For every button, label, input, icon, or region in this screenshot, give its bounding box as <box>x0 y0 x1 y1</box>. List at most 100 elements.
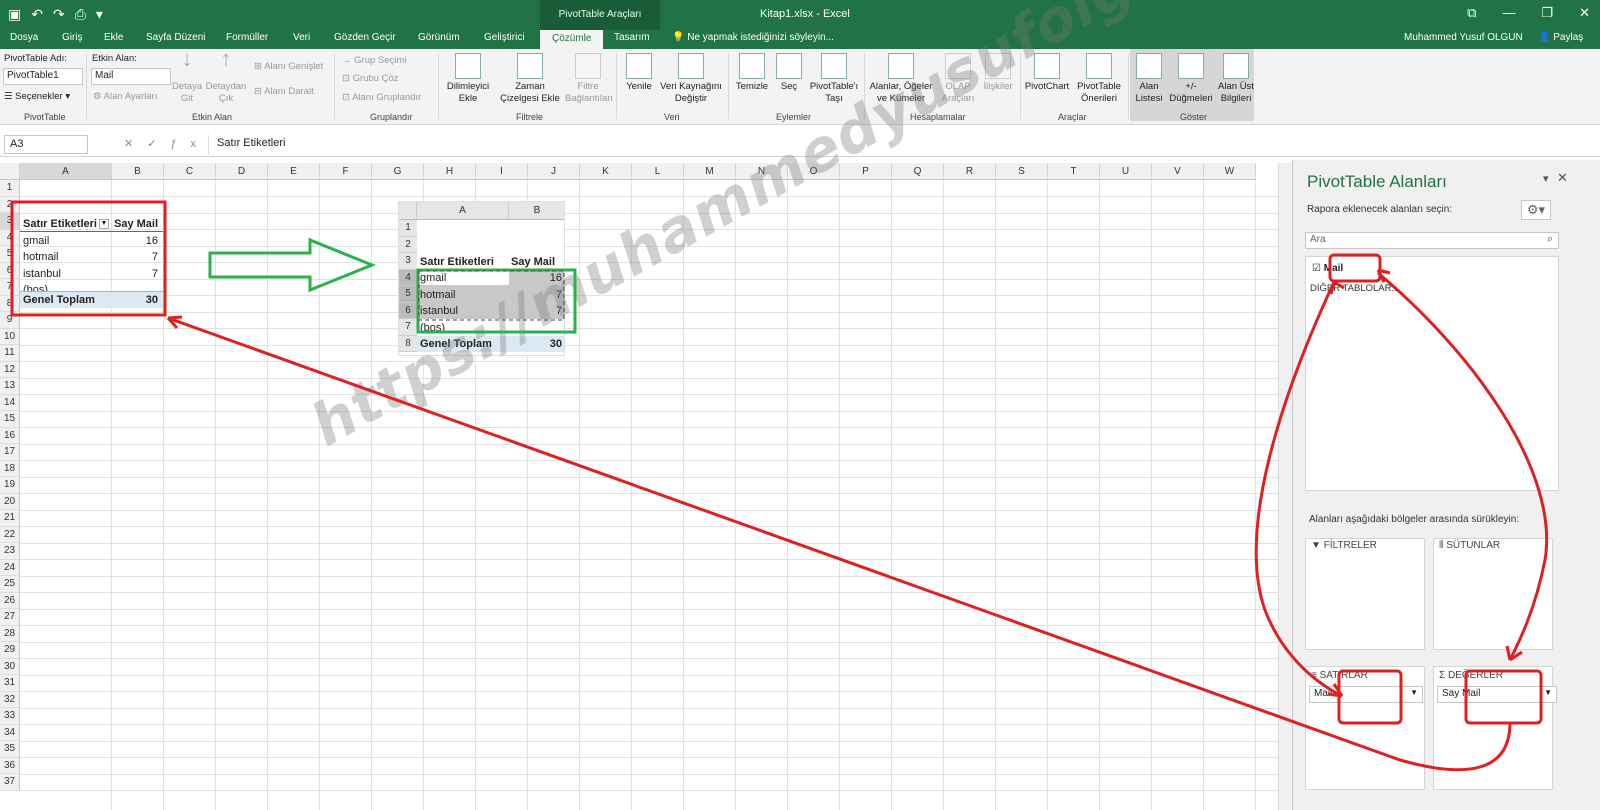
row-header[interactable]: 19 <box>0 477 20 494</box>
columns-zone[interactable] <box>1433 538 1553 650</box>
row-header[interactable]: 9 <box>0 312 20 329</box>
ungroup-button[interactable]: ⊡ Grubu Çöz <box>342 73 399 84</box>
expand-field-button[interactable]: ⊞ Alanı Genişlet <box>254 61 323 72</box>
pivot-row-label[interactable]: hotmail <box>23 249 58 265</box>
pivot-row-value[interactable]: 7 <box>140 266 158 282</box>
filter-dropdown-icon[interactable]: ▼ <box>98 219 109 230</box>
column-header[interactable]: E <box>268 163 320 180</box>
row-header[interactable]: 32 <box>0 691 20 708</box>
row-header[interactable]: 10 <box>0 328 20 345</box>
cancel-icon[interactable]: ✕ <box>124 138 147 150</box>
filters-zone[interactable] <box>1305 538 1425 650</box>
share-button[interactable]: 👤 Paylaş <box>1538 32 1583 43</box>
pivot-name-input[interactable]: PivotTable1 <box>3 68 83 85</box>
group-field-button[interactable]: ⊡ Alanı Gruplandır <box>342 92 421 103</box>
row-header[interactable]: 23 <box>0 543 20 560</box>
select-button[interactable]: Seç <box>775 53 803 93</box>
column-header[interactable]: B <box>112 163 164 180</box>
pane-options-icon[interactable]: ▾ <box>1543 172 1549 185</box>
select-all-corner[interactable] <box>0 163 20 180</box>
row-header[interactable]: 30 <box>0 658 20 675</box>
refresh-button[interactable]: Yenile <box>622 53 656 93</box>
row-header[interactable]: 29 <box>0 642 20 659</box>
field-settings-button[interactable]: ⚙ Alan Ayarları <box>93 91 157 102</box>
row-header[interactable]: 31 <box>0 675 20 692</box>
column-header[interactable]: V <box>1152 163 1204 180</box>
save-icon[interactable]: ▣ <box>8 6 21 23</box>
options-button[interactable]: ☰ Seçenekler ▾ <box>4 91 70 102</box>
minimize-icon[interactable]: — <box>1502 5 1515 21</box>
row-header[interactable]: 27 <box>0 609 20 626</box>
enter-icon[interactable]: ✓ <box>147 138 170 150</box>
filter-connections-button[interactable]: Filtre Bağlantıları <box>565 53 613 105</box>
pivot-values-header[interactable]: Say Mail <box>114 216 158 232</box>
row-header[interactable]: 21 <box>0 510 20 527</box>
row-header[interactable]: 1 <box>0 180 20 197</box>
plus-minus-buttons[interactable]: +/- Düğmeleri <box>1168 53 1214 105</box>
user-name[interactable]: Muhammed Yusuf OLGUN <box>1404 32 1523 43</box>
customize-qat-icon[interactable]: ▾ <box>96 6 103 23</box>
rows-zone[interactable] <box>1305 666 1425 790</box>
values-field-count-mail[interactable]: Say Mail ▼ <box>1437 686 1557 703</box>
undo-icon[interactable]: ↶ <box>31 6 43 23</box>
row-header[interactable]: 25 <box>0 576 20 593</box>
column-header[interactable]: R <box>944 163 996 180</box>
pivot-row-label[interactable]: istanbul <box>23 266 61 282</box>
field-mail-checkbox[interactable]: ☑ Mail <box>1312 263 1343 274</box>
change-source-button[interactable]: Veri Kaynağını Değiştir <box>658 53 724 105</box>
pivot-row-labels-header[interactable]: Satır Etiketleri ▼ <box>23 216 109 232</box>
row-header[interactable]: 2 <box>0 196 20 213</box>
collapse-field-button[interactable]: ⊟ Alanı Daralt <box>254 86 314 97</box>
column-header[interactable]: Q <box>892 163 944 180</box>
column-header[interactable]: I <box>476 163 528 180</box>
tab-file[interactable]: Dosya <box>10 32 38 43</box>
pivot-total-value[interactable]: 30 <box>140 292 158 308</box>
row-header[interactable]: 6 <box>0 262 20 279</box>
tab-analyze[interactable]: Çözümle <box>540 30 604 49</box>
row-header[interactable]: 33 <box>0 708 20 725</box>
column-header[interactable]: L <box>632 163 684 180</box>
row-header[interactable]: 24 <box>0 559 20 576</box>
clear-button[interactable]: Temizle <box>732 53 772 93</box>
close-pane-icon[interactable]: ✕ <box>1557 170 1568 186</box>
column-header[interactable]: W <box>1204 163 1256 180</box>
row-header[interactable]: 26 <box>0 592 20 609</box>
insert-timeline-button[interactable]: Zaman Çizelgesi Ekle <box>497 53 563 105</box>
other-tables-link[interactable]: DİĞER TABLOLAR... <box>1310 283 1399 294</box>
tab-formulas[interactable]: Formüller <box>226 32 268 43</box>
rows-field-mail[interactable]: Mail ▼ <box>1309 686 1423 703</box>
row-header[interactable]: 22 <box>0 526 20 543</box>
tab-data[interactable]: Veri <box>293 32 310 43</box>
row-header[interactable]: 15 <box>0 411 20 428</box>
row-header[interactable]: 35 <box>0 741 20 758</box>
tab-view[interactable]: Görünüm <box>418 32 460 43</box>
vertical-scrollbar[interactable] <box>1278 163 1292 810</box>
column-header[interactable]: K <box>580 163 632 180</box>
column-header[interactable]: C <box>164 163 216 180</box>
pivot-total-label[interactable]: Genel Toplam <box>23 292 95 308</box>
field-list-button[interactable]: Alan Listesi <box>1132 53 1166 105</box>
tab-page-layout[interactable]: Sayfa Düzeni <box>146 32 205 43</box>
group-selection-button[interactable]: → Grup Seçimi <box>342 55 406 66</box>
row-header[interactable]: 36 <box>0 757 20 774</box>
gear-icon[interactable]: ⚙▾ <box>1521 200 1551 220</box>
row-header[interactable]: 37 <box>0 774 20 791</box>
pivot-row-label[interactable]: gmail <box>23 233 49 249</box>
insert-slicer-button[interactable]: Dilimleyici Ekle <box>444 53 492 105</box>
recommended-pivot-button[interactable]: PivotTable Önerileri <box>1074 53 1124 105</box>
row-header[interactable]: 7 <box>0 279 20 296</box>
tab-design[interactable]: Tasarım <box>614 32 650 43</box>
active-field-input[interactable]: Mail <box>91 68 171 85</box>
drill-down-button[interactable]: ↓ Detaya Git <box>172 48 202 105</box>
fx-insert-icon[interactable]: ƒx <box>170 138 210 150</box>
row-header[interactable]: 5 <box>0 246 20 263</box>
row-header[interactable]: 8 <box>0 295 20 312</box>
tab-review[interactable]: Gözden Geçir <box>334 32 396 43</box>
row-header[interactable]: 34 <box>0 724 20 741</box>
ribbon-display-icon[interactable]: ⧉ <box>1467 5 1476 21</box>
tab-home[interactable]: Giriş <box>62 32 83 43</box>
column-header[interactable]: U <box>1100 163 1152 180</box>
name-box[interactable]: A3 <box>4 135 88 154</box>
close-icon[interactable]: ✕ <box>1579 5 1590 21</box>
column-header[interactable]: S <box>996 163 1048 180</box>
